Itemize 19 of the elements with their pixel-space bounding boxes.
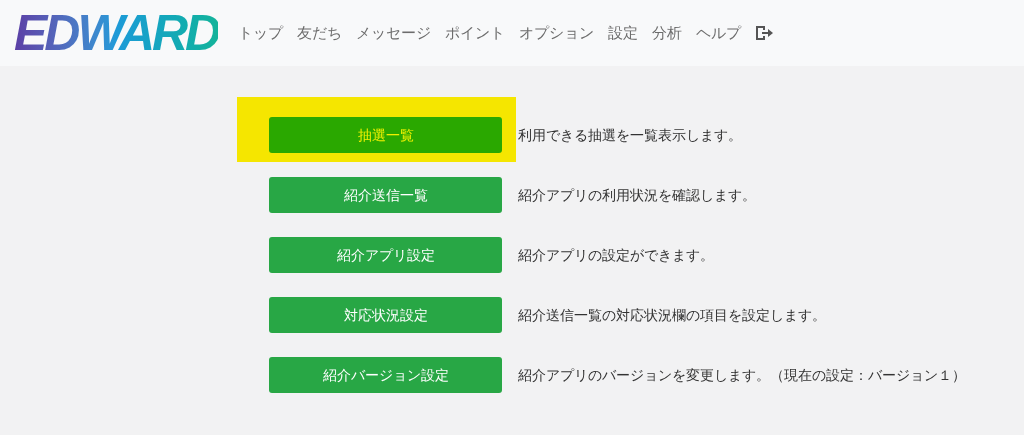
description: 紹介アプリの利用状況を確認します。 bbox=[518, 185, 756, 205]
menu-button[interactable]: 紹介送信一覧 bbox=[269, 177, 502, 213]
description: 紹介アプリの設定ができます。 bbox=[518, 245, 714, 265]
nav-link[interactable]: 分析 bbox=[652, 21, 683, 45]
description: 紹介送信一覧の対応状況欄の項目を設定します。 bbox=[518, 305, 826, 325]
menu-button[interactable]: 紹介アプリ設定 bbox=[269, 237, 502, 273]
nav-link[interactable]: ポイント bbox=[445, 21, 506, 45]
nav-link[interactable]: 友だち bbox=[297, 21, 343, 45]
menu-button[interactable]: 対応状況設定 bbox=[269, 297, 502, 333]
menu-button[interactable]: 紹介バージョン設定 bbox=[269, 357, 502, 393]
menu-button[interactable]: 抽選一覧 bbox=[269, 117, 502, 153]
nav-link[interactable]: ヘルプ bbox=[696, 21, 742, 45]
logout-icon[interactable] bbox=[755, 25, 774, 41]
description: 紹介アプリのバージョンを変更します。（現在の設定：バージョン１） bbox=[518, 365, 966, 385]
nav-link[interactable]: トップ bbox=[238, 21, 284, 45]
nav-link[interactable]: メッセージ bbox=[356, 21, 432, 45]
nav-link[interactable]: 設定 bbox=[608, 21, 639, 45]
description: 利用できる抽選を一覧表示します。 bbox=[518, 125, 742, 145]
nav-link[interactable]: オプション bbox=[519, 21, 595, 45]
